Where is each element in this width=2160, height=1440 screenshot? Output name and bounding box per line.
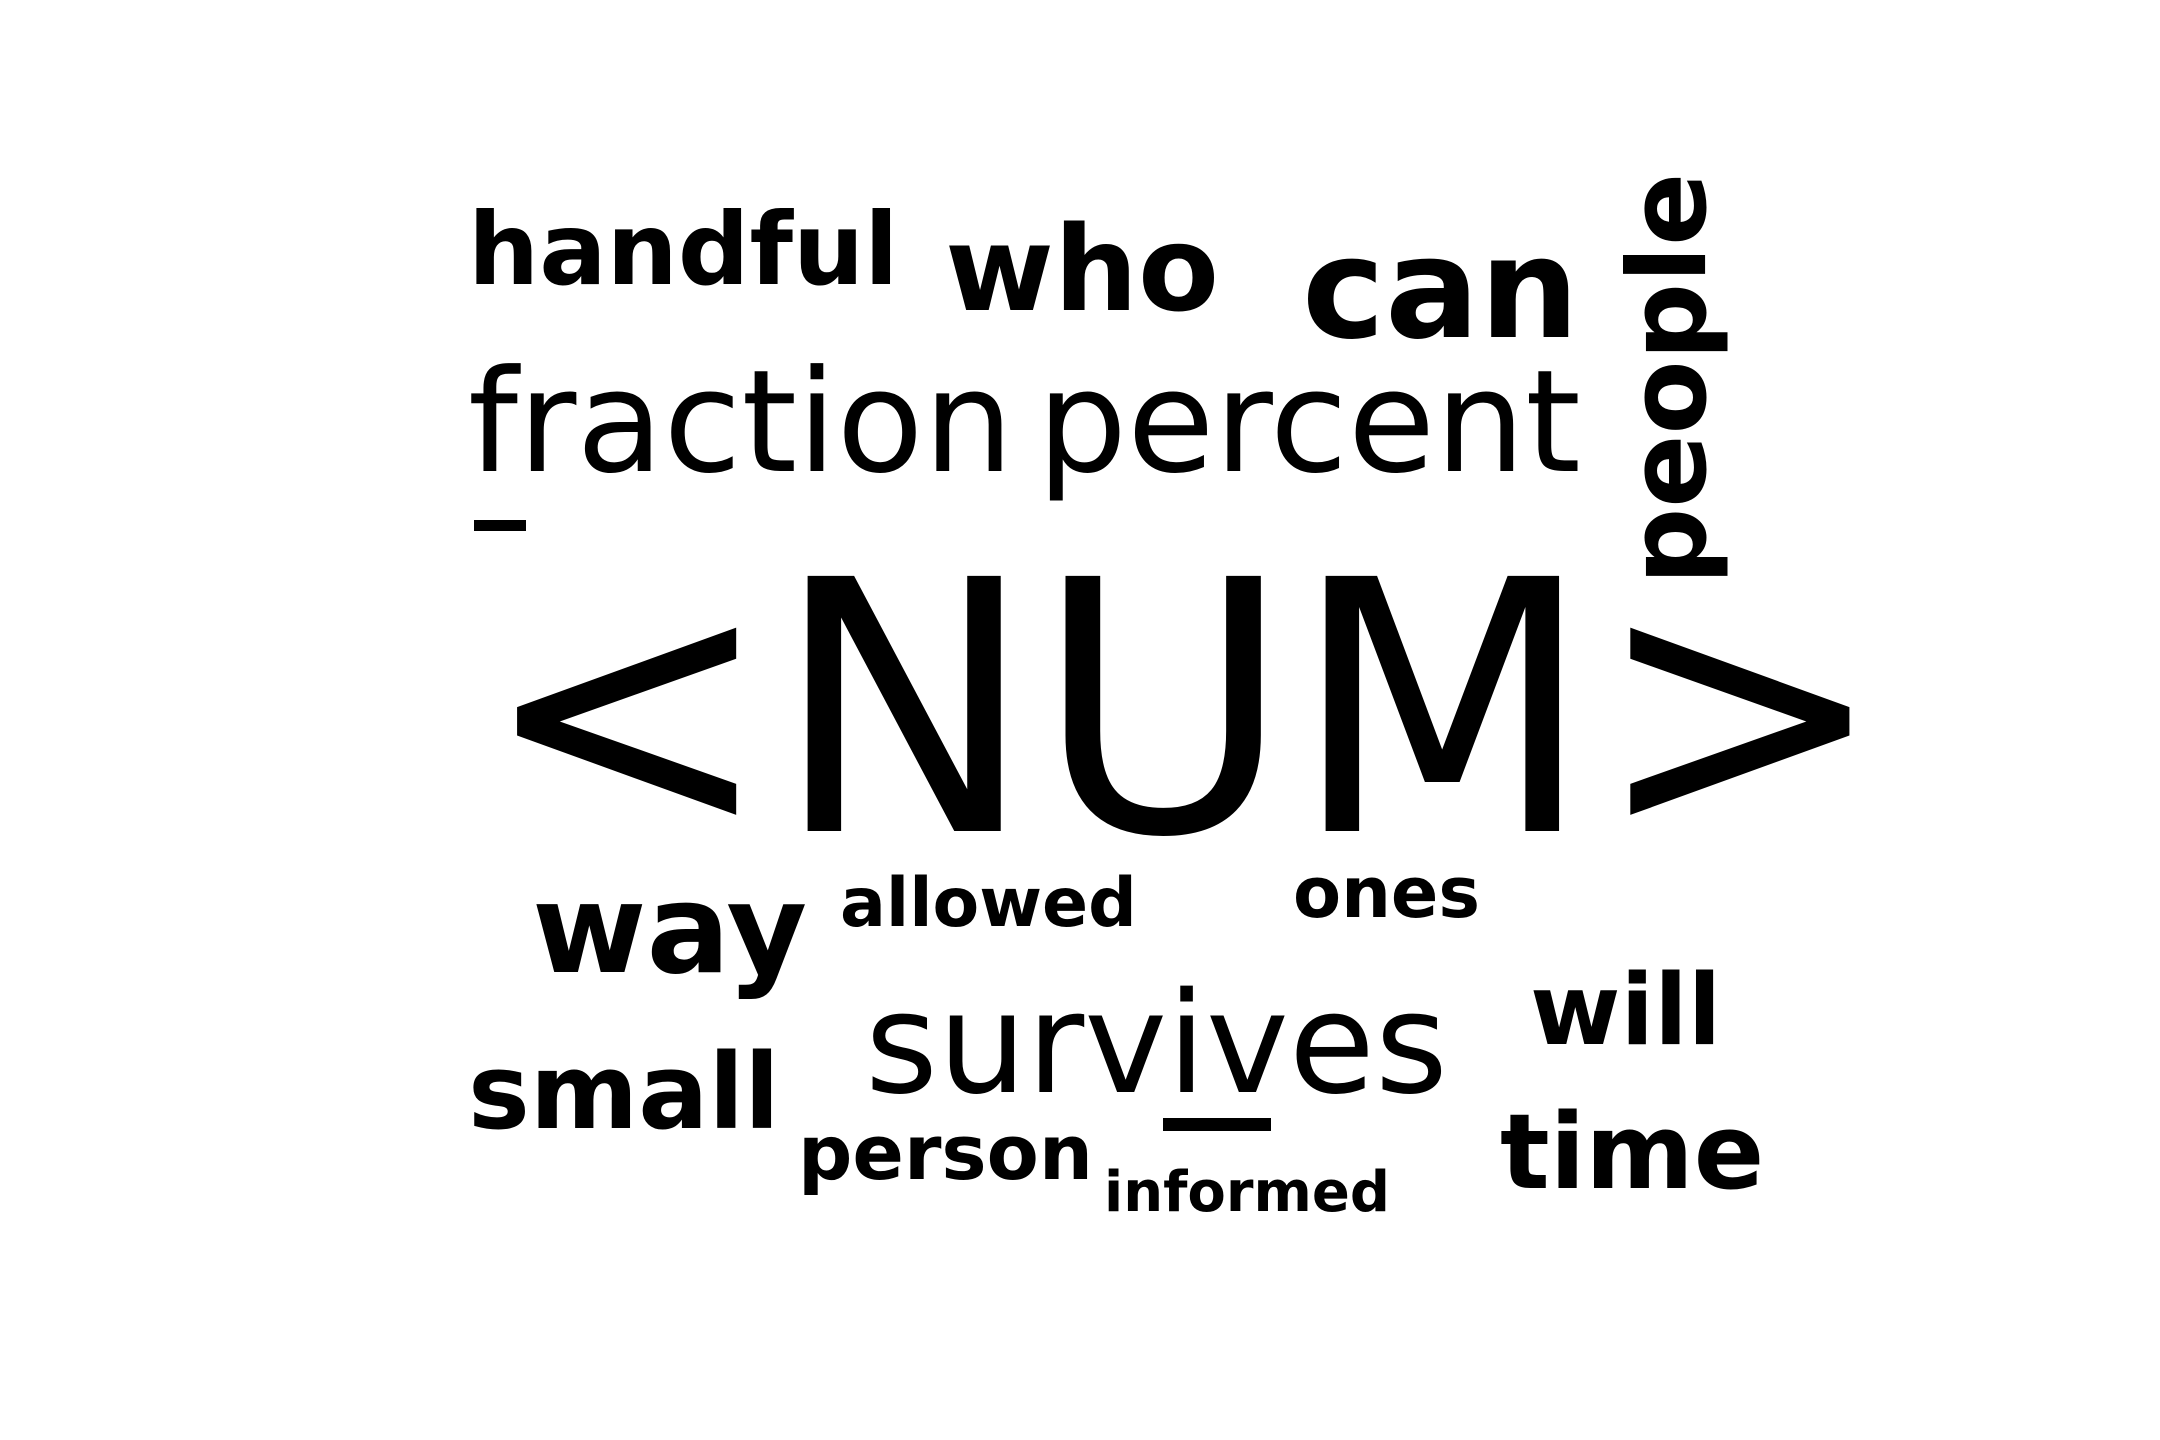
word-ones: ones — [1293, 852, 1481, 934]
word-handful: handful — [468, 191, 899, 308]
word-time: time — [1500, 1091, 1765, 1213]
word-fraction: fraction — [468, 340, 1014, 505]
underscore-mark — [1163, 1118, 1271, 1131]
word-who: who — [945, 200, 1220, 338]
underscore-mark — [474, 520, 526, 531]
word-informed: informed — [1104, 1160, 1390, 1225]
word-will: will — [1530, 954, 1722, 1068]
word-small: small — [468, 1031, 780, 1153]
word-percent: percent — [1037, 340, 1581, 505]
word-allowed: allowed — [840, 864, 1137, 943]
word-num: <NUM> — [480, 506, 1887, 914]
word-person: person — [798, 1108, 1093, 1197]
word-can: can — [1302, 208, 1580, 371]
word-way: way — [532, 858, 808, 1002]
word-survives: survives — [865, 963, 1448, 1126]
word-cloud: handful who can fraction percent people … — [0, 0, 2160, 1440]
